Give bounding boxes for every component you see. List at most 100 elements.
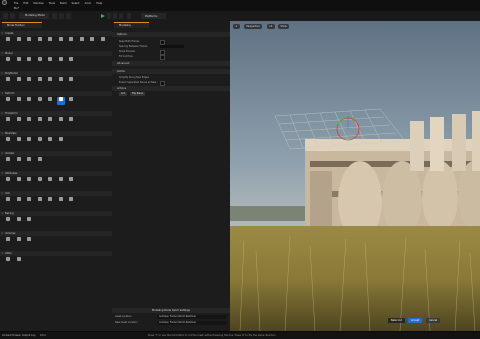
- tab-mode-toolbox[interactable]: Mode Toolbox: [2, 22, 42, 28]
- tool-cube-grid[interactable]: Cube Grid: [67, 57, 75, 65]
- tool-uvedit[interactable]: UVEdit: [57, 197, 65, 205]
- tool-path[interactable]: Path: [25, 57, 33, 65]
- tool-polygrp[interactable]: PolyGrp: [67, 177, 75, 185]
- tool-revolve[interactable]: Revolve: [36, 57, 44, 65]
- tool-voxbool[interactable]: VoxBool: [36, 157, 44, 165]
- category-transform[interactable]: ▾ Transform: [0, 111, 112, 116]
- tool-inspect[interactable]: Inspect: [4, 177, 12, 185]
- tool-bakevtx[interactable]: BakeVtx: [25, 217, 33, 225]
- tool-sphere[interactable]: Sphere: [15, 37, 23, 45]
- tool-remesh[interactable]: Remesh: [15, 137, 23, 145]
- tool-materials[interactable]: Materials: [46, 177, 54, 185]
- tool-polygrp[interactable]: PolyGrp: [4, 77, 12, 85]
- tool-warp[interactable]: Warp: [46, 97, 54, 105]
- content-drawer-button[interactable]: Content Drawer: [2, 334, 21, 337]
- tool-voxblnd[interactable]: VoxBlnd: [15, 157, 23, 165]
- menu-edit[interactable]: Edit: [23, 2, 28, 5]
- tool-tngnt[interactable]: Tngnt: [25, 177, 33, 185]
- perspective-button[interactable]: Perspective: [244, 24, 263, 29]
- cmd-input[interactable]: Cmd: [40, 334, 46, 337]
- tool-weld[interactable]: Weld: [25, 137, 33, 145]
- tool-box[interactable]: Box: [4, 37, 12, 45]
- tool-polyext[interactable]: PolyExt: [4, 57, 12, 65]
- tab-modeling[interactable]: Modeling: [114, 22, 149, 28]
- tool-gen-lod[interactable]: Gen LOD: [15, 257, 23, 265]
- tool-lattice[interactable]: Lattice: [56, 97, 65, 105]
- menu-actor[interactable]: Actor: [85, 2, 92, 5]
- category-polymodel[interactable]: ▾ PolyModel: [0, 71, 112, 76]
- menu-window[interactable]: Window: [33, 2, 43, 5]
- cut-button[interactable]: Cut: [119, 92, 127, 96]
- tool-rect[interactable]: Rect: [67, 37, 75, 45]
- blueprint-icon[interactable]: [59, 13, 64, 19]
- category-meshops[interactable]: ▾ MeshOps: [0, 131, 112, 136]
- tool-bakers[interactable]: BakeRS: [46, 117, 54, 125]
- checkbox[interactable]: [160, 54, 165, 60]
- menu-build[interactable]: Build: [60, 2, 67, 5]
- play-icon[interactable]: [101, 14, 105, 18]
- tool-displace[interactable]: Displace: [67, 97, 75, 105]
- tool-offset[interactable]: Offset: [36, 97, 44, 105]
- number-field[interactable]: [160, 44, 184, 48]
- tool-bevel[interactable]: Bevel: [67, 77, 75, 85]
- tool-loft[interactable]: Loft: [46, 57, 54, 65]
- category-voxops[interactable]: ▾ VoxOps: [0, 151, 112, 156]
- section-actions[interactable]: Actions: [112, 86, 230, 91]
- stop-icon[interactable]: [113, 13, 117, 19]
- category-create[interactable]: ▾ Create: [0, 31, 112, 36]
- tool-msh2vol[interactable]: Msh2Vol: [15, 237, 23, 245]
- category-volumes[interactable]: ▾ Volumes: [0, 231, 112, 236]
- tool-mirror[interactable]: Mirror: [57, 117, 65, 125]
- tool-unwrap[interactable]: Unwrap: [67, 197, 75, 205]
- tool-lodmgr[interactable]: LODMgr: [4, 257, 12, 265]
- tool-smooth[interactable]: Smooth: [25, 97, 33, 105]
- tool-pen[interactable]: Pen: [57, 57, 65, 65]
- tool-jacket[interactable]: Jacket: [36, 137, 44, 145]
- tool-trisel[interactable]: TriSel: [15, 77, 23, 85]
- section-advanced[interactable]: Advanced: [112, 61, 230, 66]
- category-uvs[interactable]: ▾ UVs: [0, 191, 112, 196]
- tool-cut[interactable]: Cut: [57, 77, 65, 85]
- tool-union[interactable]: Union: [57, 137, 65, 145]
- save-icon[interactable]: [3, 13, 8, 19]
- tool-bspconv[interactable]: BspConv: [25, 237, 33, 245]
- qs-dropdown[interactable]: AutoGen Folder (World-Relative): [157, 314, 227, 319]
- tool-vol2msh[interactable]: Vol2Msh: [4, 237, 12, 245]
- tool-baketx[interactable]: BakeTx: [4, 217, 12, 225]
- category-baking[interactable]: ▾ Baking: [0, 211, 112, 216]
- tool-disc[interactable]: Disc: [78, 37, 86, 45]
- cancel-button[interactable]: Cancel: [426, 318, 441, 323]
- bake-cut-button[interactable]: Bake Cut: [388, 318, 405, 323]
- tool-transfer[interactable]: Transfer: [46, 197, 54, 205]
- tool-cyl[interactable]: Cyl: [25, 37, 33, 45]
- level-viewport[interactable]: ≡ Perspective Lit Show Bake Cut Accept C…: [230, 21, 480, 331]
- add-actor-icon[interactable]: [52, 13, 57, 19]
- tool-plcpvt[interactable]: PlcPvt: [36, 117, 44, 125]
- category-lods[interactable]: ▾ LODs: [0, 251, 112, 256]
- launch-icon[interactable]: [127, 13, 131, 19]
- tool-edit[interactable]: Edit: [67, 117, 75, 125]
- tool-torus[interactable]: Torus: [46, 37, 54, 45]
- tool-stair[interactable]: Stair: [88, 37, 96, 45]
- unreal-logo-icon[interactable]: [2, 0, 7, 5]
- tool-dsculpt[interactable]: DSculpt: [15, 97, 23, 105]
- tool-insert[interactable]: Insert: [25, 77, 33, 85]
- tool-arrow[interactable]: Arrow: [57, 37, 65, 45]
- tool-xform[interactable]: XForm: [4, 117, 12, 125]
- tool-voxmrg[interactable]: VoxMrg: [25, 157, 33, 165]
- tool-extrude[interactable]: Extrude: [46, 77, 54, 85]
- select-mode-icon[interactable]: [10, 13, 15, 19]
- tool-uvproj[interactable]: UVProj: [4, 197, 12, 205]
- tool-bakeall[interactable]: BakeAll: [15, 217, 23, 225]
- tool-polyrev[interactable]: PolyRev: [15, 57, 23, 65]
- flip-plane-button[interactable]: Flip Plane: [130, 92, 146, 96]
- checkbox[interactable]: [160, 80, 165, 86]
- category-deform[interactable]: ▾ Deform: [0, 91, 112, 96]
- platforms-button[interactable]: Platforms: [141, 13, 166, 19]
- section-gizmo[interactable]: Gizmo: [112, 69, 230, 74]
- tool-vsculpt[interactable]: VSculpt: [4, 97, 12, 105]
- tool-attred[interactable]: AttrEd: [36, 177, 44, 185]
- mode-selector[interactable]: Modeling Mode: [19, 13, 49, 19]
- tool-uvseam[interactable]: UVSeam: [25, 197, 33, 205]
- project-name[interactable]: Bu*: [14, 6, 19, 10]
